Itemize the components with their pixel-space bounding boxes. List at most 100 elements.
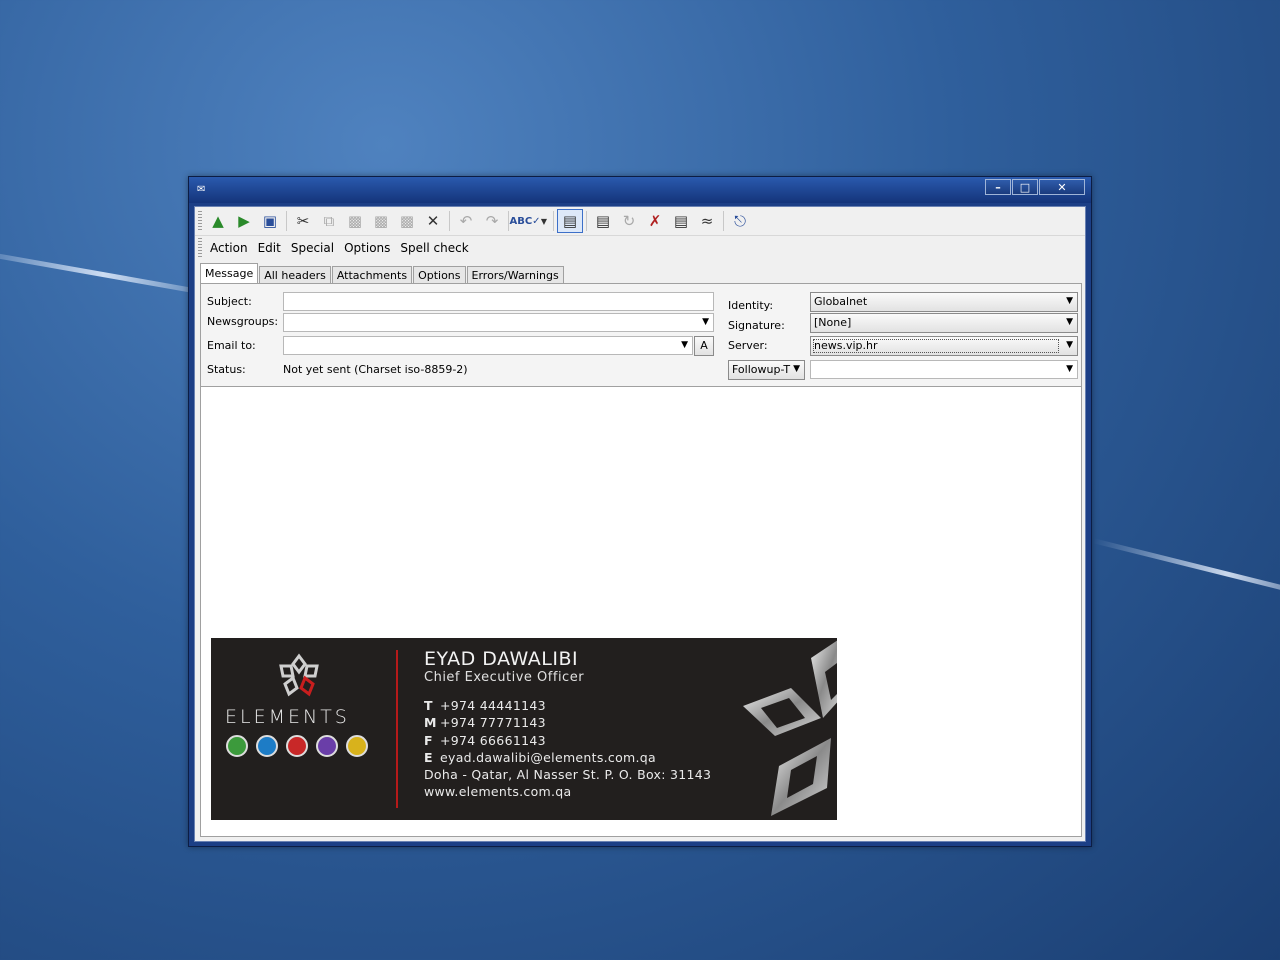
- tab-errors-warnings[interactable]: Errors/Warnings: [466, 266, 564, 283]
- header-fields: Subject: Newsgroups: ▼ Email to: ▼ A Sta…: [201, 284, 1081, 387]
- desktop-swoosh: [0, 247, 199, 294]
- address-book-button[interactable]: A: [694, 336, 714, 356]
- identity-label: Identity:: [728, 299, 774, 312]
- chevron-down-icon: ▼: [1066, 317, 1073, 327]
- menu-spell-check[interactable]: Spell check: [395, 241, 473, 255]
- server-select[interactable]: news.vip.hr ▼: [810, 336, 1078, 356]
- followup-label: Followup-T: [732, 363, 791, 376]
- card-mobile: M +974 77771143: [424, 715, 546, 730]
- server-label: Server:: [728, 339, 768, 352]
- elements-logo-icon: [279, 653, 319, 697]
- card-email: Eeyad.dawalibi@elements.com.qa: [424, 750, 656, 765]
- wrap-text-icon[interactable]: ▤: [557, 209, 583, 233]
- chevron-down-icon: ▼: [1066, 296, 1073, 306]
- decorative-petals-icon: [743, 640, 837, 816]
- paste-quote-icon[interactable]: ▩: [368, 209, 394, 233]
- subject-input[interactable]: [283, 292, 714, 311]
- title-bar[interactable]: ✉ – □ ✕: [189, 177, 1091, 203]
- menu-special[interactable]: Special: [286, 241, 339, 255]
- copy-icon[interactable]: ⧉: [316, 209, 342, 233]
- email-to-label: Email to:: [207, 339, 256, 352]
- element-air-icon: [316, 735, 338, 757]
- card-website: www.elements.com.qa: [424, 784, 572, 799]
- toolbar-separator: [286, 211, 287, 231]
- email-to-input[interactable]: ▼: [283, 336, 693, 355]
- menu-options[interactable]: Options: [339, 241, 395, 255]
- element-fire-icon: [286, 735, 308, 757]
- newsgroups-label: Newsgroups:: [207, 315, 279, 328]
- logo-wordmark: ELEMENTS: [225, 706, 350, 728]
- followup-input[interactable]: ▼: [810, 360, 1078, 379]
- window-client: ▲ ▶ ▣ ✂ ⧉ ▩ ▩ ▩ ✕ ↶ ↷ ABC✓ ▼ ▤ ▤ ↻ ✗ ▤ ≈…: [194, 206, 1086, 842]
- tab-options[interactable]: Options: [413, 266, 466, 283]
- identity-select[interactable]: Globalnet ▼: [810, 292, 1078, 312]
- card-title: Chief Executive Officer: [424, 670, 585, 685]
- signature-card: ELEMENTS EYAD DAWALIBI Chief Executive O…: [211, 638, 837, 820]
- tab-message[interactable]: Message: [200, 263, 259, 283]
- desktop-swoosh: [1092, 538, 1280, 599]
- delete-icon[interactable]: ✕: [420, 209, 446, 233]
- cut-icon[interactable]: ✂: [290, 209, 316, 233]
- send-later-icon[interactable]: ▶: [231, 209, 257, 233]
- signature-value: [None]: [814, 316, 852, 329]
- message-panel: Subject: Newsgroups: ▼ Email to: ▼ A Sta…: [200, 283, 1082, 837]
- chevron-down-icon[interactable]: ▼: [702, 314, 709, 331]
- maximize-button[interactable]: □: [1012, 179, 1038, 195]
- toolbar-separator: [586, 211, 587, 231]
- compose-window: ✉ – □ ✕ ▲ ▶ ▣ ✂ ⧉ ▩ ▩ ▩ ✕ ↶ ↷ ABC✓ ▼ ▤ ▤: [188, 176, 1092, 847]
- chevron-down-icon[interactable]: ▼: [538, 209, 550, 233]
- fax-value: +974 66661143: [440, 733, 546, 748]
- menu-action[interactable]: Action: [205, 241, 253, 255]
- card-divider: [396, 650, 398, 808]
- chevron-down-icon: ▼: [793, 364, 800, 374]
- card-phone: T +974 44441143: [424, 698, 546, 713]
- minimize-button[interactable]: –: [985, 179, 1011, 195]
- toolbar-separator: [449, 211, 450, 231]
- signature-select[interactable]: [None] ▼: [810, 313, 1078, 333]
- headers-icon[interactable]: ▤: [590, 209, 616, 233]
- identity-value: Globalnet: [814, 295, 868, 308]
- paste-icon[interactable]: ▩: [342, 209, 368, 233]
- message-body[interactable]: ELEMENTS EYAD DAWALIBI Chief Executive O…: [201, 387, 1081, 836]
- template-icon[interactable]: ▤: [668, 209, 694, 233]
- menu-bar: Action Edit Special Options Spell check: [195, 236, 1085, 260]
- element-earth-icon: [226, 735, 248, 757]
- email-value: eyad.dawalibi@elements.com.qa: [440, 750, 656, 765]
- signature-icon[interactable]: ≈: [694, 209, 720, 233]
- followup-type-select[interactable]: Followup-T ▼: [728, 360, 805, 380]
- tab-all-headers[interactable]: All headers: [259, 266, 331, 283]
- menu-edit[interactable]: Edit: [253, 241, 286, 255]
- mobile-value: +974 77771143: [440, 715, 546, 730]
- send-now-icon[interactable]: ▲: [205, 209, 231, 233]
- chevron-down-icon: ▼: [1066, 340, 1073, 350]
- subject-label: Subject:: [207, 295, 252, 308]
- save-icon[interactable]: ▣: [257, 209, 283, 233]
- focus-ring: [813, 339, 1059, 353]
- undo-icon[interactable]: ↶: [453, 209, 479, 233]
- toolbar: ▲ ▶ ▣ ✂ ⧉ ▩ ▩ ▩ ✕ ↶ ↷ ABC✓ ▼ ▤ ▤ ↻ ✗ ▤ ≈…: [195, 207, 1085, 236]
- redo-icon[interactable]: ↷: [479, 209, 505, 233]
- attach-icon[interactable]: ⎋: [727, 209, 753, 233]
- phone-value: +974 44441143: [440, 698, 546, 713]
- chevron-down-icon[interactable]: ▼: [681, 337, 688, 354]
- menu-grip[interactable]: [198, 238, 202, 258]
- app-icon: ✉: [197, 184, 206, 195]
- newsgroups-input[interactable]: ▼: [283, 313, 714, 332]
- toolbar-grip[interactable]: [198, 211, 202, 231]
- email-label: E: [424, 750, 433, 765]
- card-fax: F +974 66661143: [424, 733, 546, 748]
- card-name: EYAD DAWALIBI: [424, 648, 579, 670]
- element-sun-icon: [346, 735, 368, 757]
- tab-attachments[interactable]: Attachments: [331, 266, 413, 283]
- chevron-down-icon[interactable]: ▼: [1066, 361, 1073, 378]
- spell-check-icon[interactable]: ABC✓: [509, 209, 540, 233]
- rot13-icon[interactable]: ↻: [616, 209, 642, 233]
- remove-icon[interactable]: ✗: [642, 209, 668, 233]
- fax-label: F: [424, 733, 433, 748]
- mobile-label: M: [424, 715, 437, 730]
- paste-special-icon[interactable]: ▩: [394, 209, 420, 233]
- element-water-icon: [256, 735, 278, 757]
- close-button[interactable]: ✕: [1039, 179, 1085, 195]
- tab-strip: Message All headers Attachments Options …: [200, 263, 565, 283]
- toolbar-separator: [553, 211, 554, 231]
